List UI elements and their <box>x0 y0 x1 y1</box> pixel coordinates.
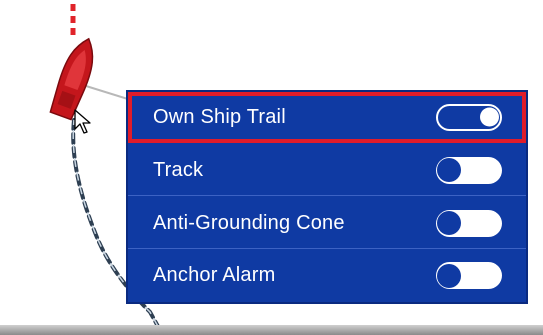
menu-item-label: Anchor Alarm <box>153 264 276 286</box>
toggle-knob <box>437 263 461 288</box>
menu-item-anchor-alarm[interactable]: Anchor Alarm <box>128 250 526 301</box>
own-ship-icon[interactable] <box>48 34 101 121</box>
leader-line <box>85 85 132 101</box>
menu-item-label: Own Ship Trail <box>153 105 286 128</box>
bottom-bar <box>0 325 543 335</box>
toggle-knob <box>480 107 499 127</box>
toggle-knob <box>437 158 461 182</box>
anchor-alarm-toggle[interactable] <box>436 262 502 289</box>
menu-item-anti-grounding-cone[interactable]: Anti-Grounding Cone <box>128 198 526 249</box>
mouse-cursor-icon <box>74 109 91 134</box>
own-ship-trail-toggle[interactable] <box>436 103 502 131</box>
chart-options-menu: Own Ship Trail Track Anti-Grounding Cone… <box>128 92 526 302</box>
toggle-knob <box>437 211 461 235</box>
anti-grounding-cone-toggle[interactable] <box>436 209 502 237</box>
menu-item-label: Track <box>153 158 204 181</box>
menu-item-track[interactable]: Track <box>128 145 526 196</box>
menu-item-label: Anti-Grounding Cone <box>153 211 345 234</box>
menu-item-own-ship-trail[interactable]: Own Ship Trail <box>128 92 526 143</box>
track-toggle[interactable] <box>436 156 502 184</box>
